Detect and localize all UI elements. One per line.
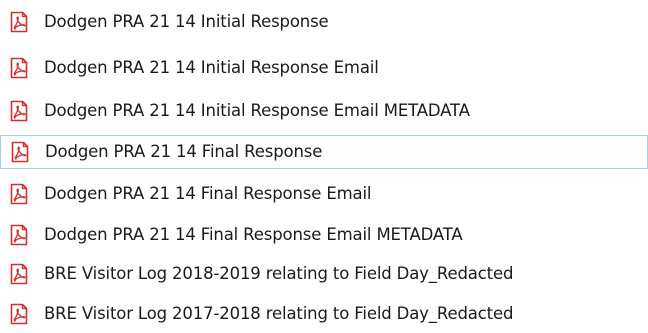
pdf-file-icon <box>8 263 30 285</box>
pdf-file-icon <box>8 224 30 246</box>
file-name: Dodgen PRA 21 14 Final Response Email ME… <box>44 224 463 244</box>
file-name: Dodgen PRA 21 14 Initial Response Email <box>44 57 379 77</box>
file-item-final-response-email-metadata[interactable]: Dodgen PRA 21 14 Final Response Email ME… <box>0 218 648 252</box>
pdf-file-icon <box>8 100 30 122</box>
file-item-visitor-log-2018-2019[interactable]: BRE Visitor Log 2018-2019 relating to Fi… <box>0 257 648 291</box>
file-name: Dodgen PRA 21 14 Final Response <box>45 141 323 161</box>
pdf-file-icon <box>8 11 30 33</box>
file-item-final-response-email[interactable]: Dodgen PRA 21 14 Final Response Email <box>0 177 648 211</box>
pdf-file-icon <box>8 57 30 79</box>
file-name: Dodgen PRA 21 14 Final Response Email <box>44 183 372 203</box>
file-item-visitor-log-2017-2018[interactable]: BRE Visitor Log 2017-2018 relating to Fi… <box>0 297 648 331</box>
file-item-initial-response[interactable]: Dodgen PRA 21 14 Initial Response <box>0 5 648 39</box>
pdf-file-icon <box>8 303 30 325</box>
file-list: Dodgen PRA 21 14 Initial Response Dodgen… <box>0 0 648 333</box>
file-name: BRE Visitor Log 2017-2018 relating to Fi… <box>44 303 514 323</box>
file-name: Dodgen PRA 21 14 Initial Response <box>44 11 329 31</box>
file-item-initial-response-email-metadata[interactable]: Dodgen PRA 21 14 Initial Response Email … <box>0 94 648 128</box>
file-item-initial-response-email[interactable]: Dodgen PRA 21 14 Initial Response Email <box>0 51 648 85</box>
file-name: Dodgen PRA 21 14 Initial Response Email … <box>44 100 470 120</box>
pdf-file-icon <box>9 141 31 163</box>
file-item-final-response[interactable]: Dodgen PRA 21 14 Final Response <box>0 135 648 169</box>
file-name: BRE Visitor Log 2018-2019 relating to Fi… <box>44 263 514 283</box>
pdf-file-icon <box>8 183 30 205</box>
